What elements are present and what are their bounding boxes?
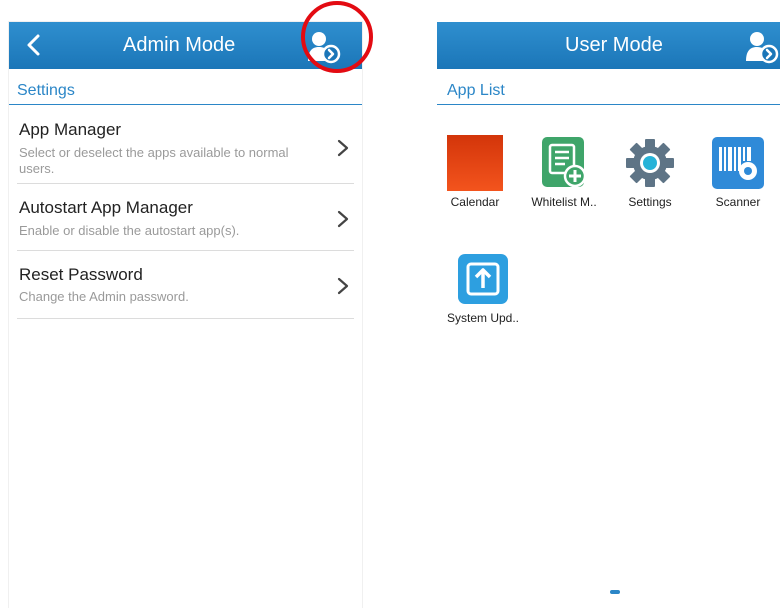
app-label: Settings: [628, 195, 672, 209]
user-app-bar: User Mode: [437, 22, 780, 69]
menu-item-app-manager[interactable]: App Manager Select or deselect the apps …: [17, 114, 354, 184]
admin-title: Admin Mode: [123, 34, 236, 56]
settings-section-header: Settings: [9, 80, 362, 105]
menu-item-reset-password[interactable]: Reset Password Change the Admin password…: [17, 251, 354, 319]
app-label: Scanner: [715, 195, 761, 209]
app-list-section-label: App List: [447, 82, 505, 99]
settings-section-label: Settings: [17, 82, 75, 99]
menu-item-autostart-app-manager[interactable]: Autostart App Manager Enable or disable …: [17, 184, 354, 251]
admin-mode-screen: Admin Mode Settings App Manager Select o…: [9, 22, 362, 608]
app-label: Whitelist M..: [531, 195, 597, 209]
app-list-section-header: App List: [437, 80, 780, 105]
app-scanner[interactable]: Scanner: [695, 135, 780, 235]
switch-admin-mode-icon[interactable]: [743, 28, 779, 64]
back-icon[interactable]: [19, 30, 49, 60]
menu-item-title: App Manager: [19, 120, 122, 139]
whitelist-icon: [536, 135, 592, 191]
scroll-indicator: [610, 590, 620, 594]
app-label: Calendar: [450, 195, 500, 209]
app-settings[interactable]: Settings: [607, 135, 693, 235]
app-calendar[interactable]: Calendar: [437, 135, 518, 235]
app-whitelist-manager[interactable]: Whitelist M..: [521, 135, 607, 235]
menu-item-description: Change the Admin password.: [19, 289, 189, 304]
app-system-update[interactable]: System Upd..: [440, 251, 526, 351]
system-update-icon: [455, 251, 511, 307]
highlight-circle: [301, 1, 373, 73]
menu-item-description: Enable or disable the autostart app(s).: [19, 223, 240, 238]
scanner-icon: [710, 135, 766, 191]
user-mode-screen: User Mode App List Calendar Whitelist M.…: [437, 22, 780, 608]
menu-item-title: Autostart App Manager: [19, 198, 193, 217]
chevron-right-icon: [336, 209, 350, 229]
user-title: User Mode: [565, 34, 663, 56]
chevron-right-icon: [336, 138, 350, 158]
menu-item-description: Select or deselect the apps available to…: [19, 145, 289, 176]
menu-item-title: Reset Password: [19, 265, 143, 284]
chevron-right-icon: [336, 276, 350, 296]
app-label: System Upd..: [446, 311, 520, 325]
settings-gear-icon: [622, 135, 678, 191]
calendar-icon: [447, 135, 503, 191]
